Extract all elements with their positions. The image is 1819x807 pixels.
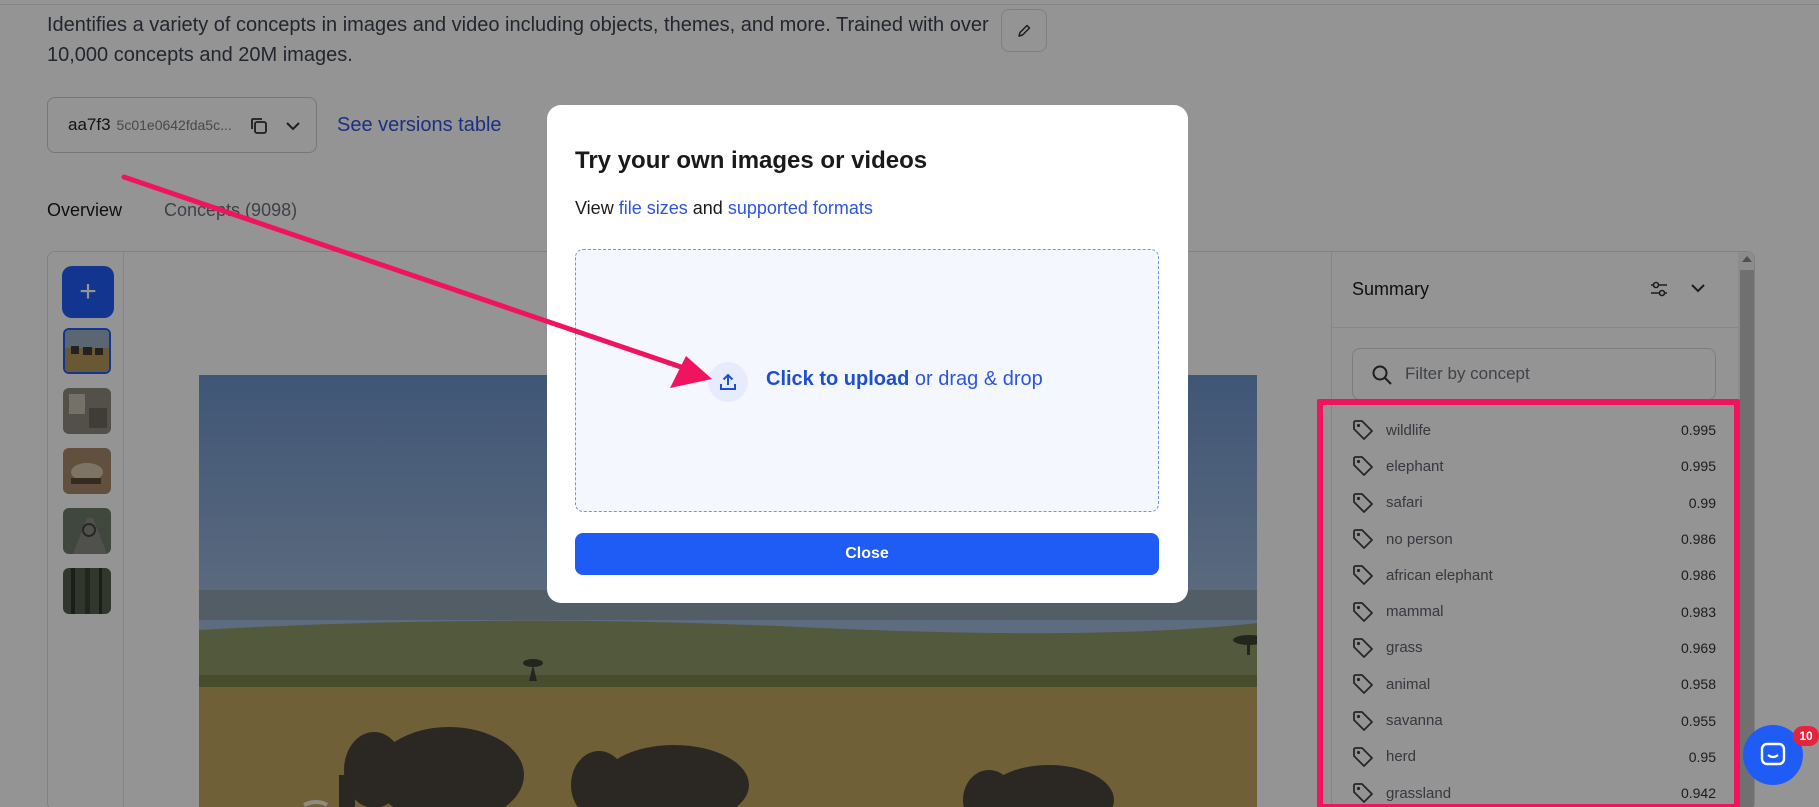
app-page: Identifies a variety of concepts in imag… bbox=[0, 0, 1819, 807]
chat-badge: 10 bbox=[1793, 726, 1819, 746]
annotation-arrow bbox=[121, 174, 712, 388]
chat-icon bbox=[1760, 742, 1786, 766]
